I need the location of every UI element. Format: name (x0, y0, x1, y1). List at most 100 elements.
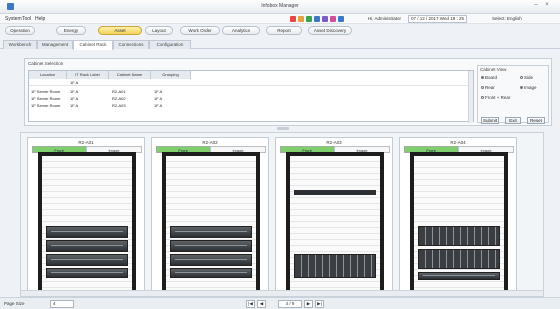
radio-selected-icon (481, 76, 484, 80)
tab-connections[interactable]: Connections (113, 40, 149, 49)
rack-cabinet[interactable] (410, 152, 508, 296)
radio-side[interactable]: Side (520, 75, 533, 80)
prev-page-button[interactable]: ◀ (257, 300, 266, 308)
rack-card: R2-A01 Front Image (27, 137, 145, 296)
settings-icon[interactable] (338, 16, 344, 22)
radio-label: Side (524, 75, 534, 80)
cell-location: 1F Server Room (31, 89, 61, 94)
cell-cabinet-name: R2-A01 (112, 89, 126, 94)
radio-front-rear[interactable]: Front + Rear (481, 95, 510, 100)
blade-chassis[interactable] (418, 249, 500, 269)
cell-rack-label: 1F A (70, 89, 79, 94)
rack-name: R2-A02 (202, 140, 218, 145)
blade-chassis[interactable] (418, 226, 500, 246)
rack-card: R2-A04 Front Image (399, 137, 517, 296)
server-unit[interactable] (418, 272, 500, 280)
asset-button[interactable]: Asset (98, 26, 142, 35)
chat-icon[interactable] (322, 16, 328, 22)
patch-panel[interactable] (294, 190, 376, 195)
rack-card: R2-A03 Front Image (275, 137, 393, 296)
cabinet-table: Location IT Rack Label Cabinet Name Grou… (28, 70, 475, 123)
page-size-label: Page Size (4, 301, 25, 306)
server-unit[interactable] (46, 254, 128, 266)
last-page-button[interactable]: ▶| (315, 300, 324, 308)
server-unit[interactable] (46, 226, 128, 238)
rack-card: R2-A02 Front Image (151, 137, 269, 296)
radio-rear[interactable]: Rear (481, 85, 495, 90)
next-page-button[interactable]: ▶ (304, 300, 313, 308)
close-icon[interactable]: × (543, 2, 551, 8)
rack-name: R2-A03 (326, 140, 342, 145)
cell-location: 1F Server Room (31, 96, 61, 101)
cabinet-selection-panel: Cabinet Selection Location IT Rack Label… (24, 58, 552, 126)
cell-rack-label: 1F A (70, 96, 79, 101)
page-indicator[interactable]: 4 / 9 (278, 300, 302, 308)
column-header-location[interactable]: Location (29, 71, 67, 79)
server-unit[interactable] (170, 226, 252, 238)
rack-label-filter-input[interactable]: 1F A (70, 80, 78, 85)
menu-help[interactable]: Help (35, 16, 45, 22)
column-header-cabinet-name[interactable]: Cabinet Name (109, 71, 151, 79)
ok-icon[interactable] (306, 16, 312, 22)
warning-icon[interactable] (298, 16, 304, 22)
page-size-select[interactable]: 4 (50, 300, 74, 308)
analytics-button[interactable]: Analytics (222, 26, 260, 35)
tab-configuration[interactable]: Configuration (149, 40, 191, 49)
cell-cabinet-name: R2-A02 (112, 96, 126, 101)
server-unit[interactable] (46, 268, 128, 278)
rack-area-scrollbar[interactable] (21, 290, 543, 296)
radio-label: Board (485, 75, 498, 80)
operation-button[interactable]: Operation (5, 26, 35, 35)
radio-label: Image (524, 85, 537, 90)
blade-chassis[interactable] (294, 254, 376, 278)
cell-location: 1F Server Room (31, 103, 61, 108)
layout-button[interactable]: Layout (145, 26, 173, 35)
language-selector[interactable]: Select: English (492, 16, 522, 21)
reset-button[interactable]: Reset (527, 117, 545, 124)
menu-tool[interactable]: Tool (22, 16, 31, 22)
asset-discovery-button[interactable]: Asset Discovery (308, 26, 352, 35)
rack-view-area: R2-A01 Front Image R2-A02 Front Image R2… (20, 132, 544, 297)
radio-label: Rear (485, 85, 495, 90)
tab-cabinet-rack[interactable]: Cabinet Rack (73, 40, 113, 50)
user-icon[interactable] (330, 16, 336, 22)
table-scrollbar[interactable] (468, 71, 473, 123)
info-icon[interactable] (314, 16, 320, 22)
panel-title: Cabinet Selection (28, 61, 64, 66)
column-header-grouping[interactable]: Grouping (151, 71, 191, 79)
column-header-rack-label[interactable]: IT Rack Label (67, 71, 109, 79)
tab-management[interactable]: Management (37, 40, 73, 49)
rack-cabinet[interactable] (38, 152, 136, 296)
report-button[interactable]: Report (266, 26, 302, 35)
server-unit[interactable] (170, 254, 252, 266)
radio-selected-icon (520, 86, 523, 90)
filter-row: 1F A (29, 79, 475, 86)
tab-workbench[interactable]: Workbench (3, 40, 37, 49)
radio-image[interactable]: Image (520, 85, 537, 90)
rack-name: R2-A01 (78, 140, 94, 145)
menu-system[interactable]: System (5, 16, 22, 22)
splitter-handle[interactable] (277, 127, 289, 130)
pager-bar: Page Size 4 |◀ ◀ 4 / 9 ▶ ▶| (0, 297, 560, 309)
minimize-icon[interactable]: – (532, 2, 540, 8)
cell-cabinet-name: R2-A03 (112, 103, 126, 108)
radio-board[interactable]: Board (481, 75, 497, 80)
energy-button[interactable]: Energy (56, 26, 86, 35)
exit-button[interactable]: Exit (505, 117, 521, 124)
server-unit[interactable] (170, 268, 252, 278)
view-options-title: Cabinet View (480, 67, 507, 72)
first-page-button[interactable]: |◀ (246, 300, 255, 308)
alarm-icon[interactable] (290, 16, 296, 22)
radio-icon (520, 76, 523, 80)
rack-cabinet[interactable] (162, 152, 260, 296)
main-toolbar: Operation Energy Asset Layout Work Order… (0, 24, 560, 37)
cabinet-view-options: Cabinet View Board Rear Front + Rear Sid… (477, 65, 549, 124)
radio-icon (481, 86, 484, 90)
server-unit[interactable] (46, 240, 128, 252)
submit-button[interactable]: Submit (481, 117, 499, 124)
server-unit[interactable] (170, 240, 252, 252)
cell-grouping: 1F A (154, 89, 163, 94)
rack-cabinet[interactable] (286, 152, 384, 296)
cell-grouping: 1F A (154, 103, 163, 108)
work-order-button[interactable]: Work Order (180, 26, 220, 35)
